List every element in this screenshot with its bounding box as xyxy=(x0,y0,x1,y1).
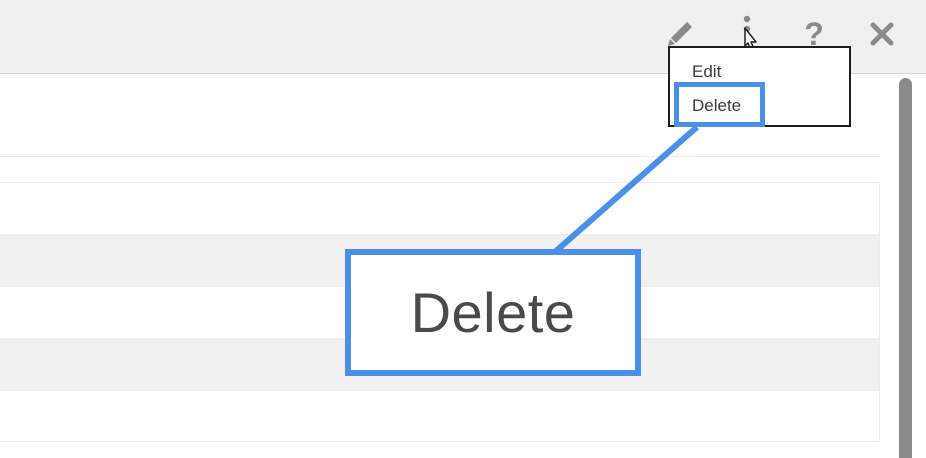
callout-label: Delete xyxy=(410,281,576,344)
delete-highlight xyxy=(674,82,765,127)
close-icon[interactable] xyxy=(864,14,900,54)
table-row[interactable] xyxy=(0,182,880,234)
table-row[interactable] xyxy=(0,390,880,442)
scrollbar-thumb[interactable] xyxy=(899,78,912,458)
menu-item-edit[interactable]: Edit xyxy=(692,62,721,82)
zoom-callout: Delete xyxy=(345,249,641,376)
app-window: ? Edit Delete Delete xyxy=(0,0,926,458)
vertical-scrollbar[interactable] xyxy=(899,74,926,458)
